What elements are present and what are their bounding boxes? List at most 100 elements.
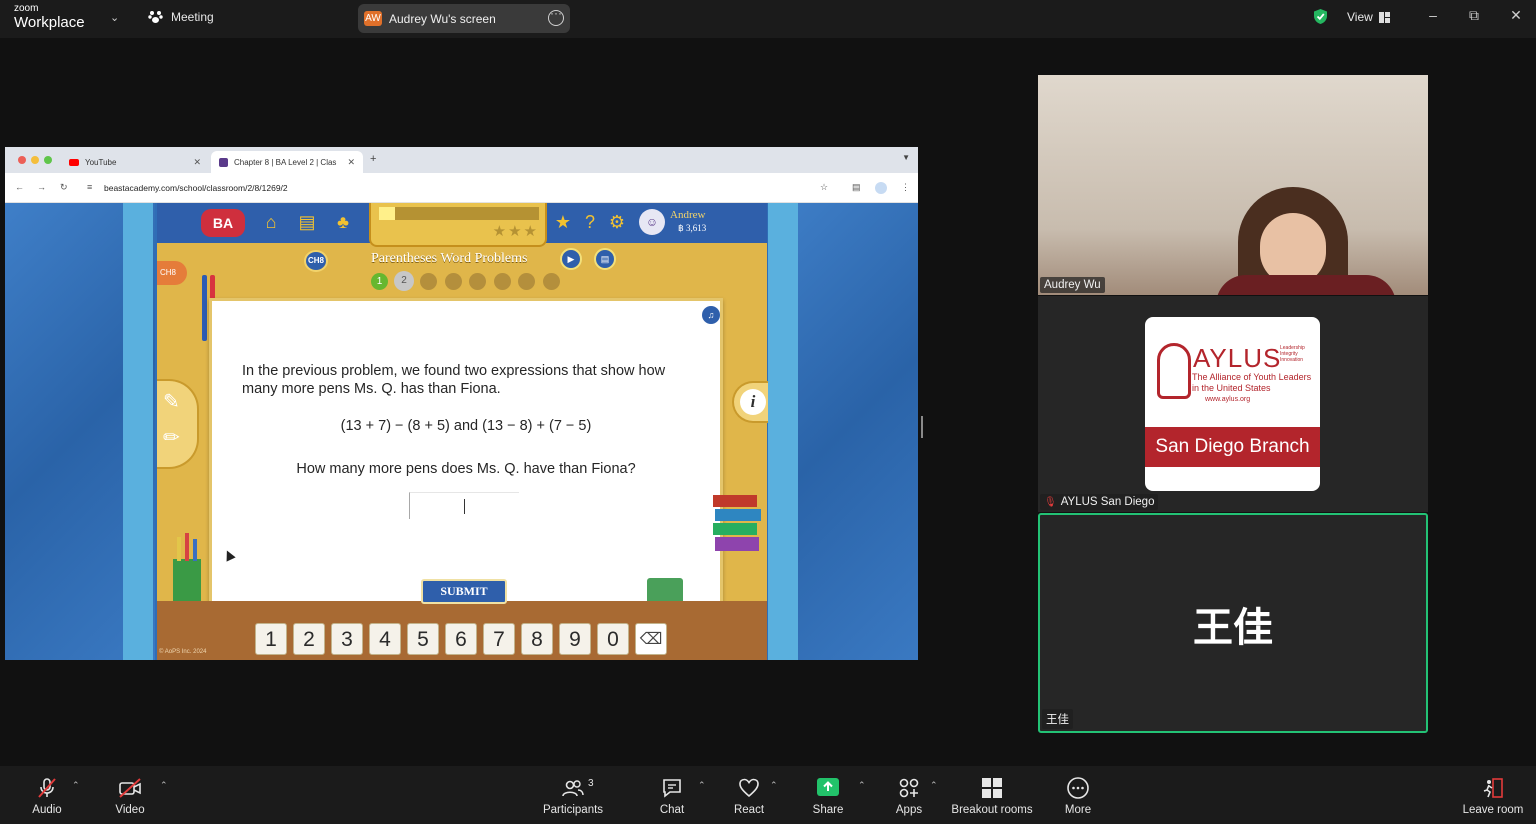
keypad-key[interactable]: 1 [255,623,287,655]
keypad-key[interactable]: 3 [331,623,363,655]
audio-button[interactable]: Audio [28,776,66,816]
submit-button[interactable]: SUBMIT [421,579,507,604]
more-options-icon[interactable] [548,6,564,26]
keypad-key[interactable]: 7 [483,623,515,655]
progress-dot[interactable] [420,273,437,290]
participant-name-tag: Audrey Wu [1040,277,1105,293]
view-button[interactable]: View [1347,10,1390,24]
maximize-dot-icon[interactable] [44,156,52,164]
audio-options-chevron-icon[interactable]: ⌃ [72,780,80,791]
video-options-chevron-icon[interactable]: ⌃ [160,780,168,791]
user-info[interactable]: Andrew ฿ 3,613 [670,209,706,235]
keypad-key[interactable]: 2 [293,623,325,655]
video-tile-wangjia[interactable]: 王佳 王佳 [1038,513,1428,733]
tab-list-icon[interactable]: ▼ [902,153,910,162]
breakout-rooms-button[interactable]: Breakout rooms [950,776,1034,816]
avatar[interactable]: ☺ [639,209,665,235]
progress-dot[interactable]: 1 [371,273,388,290]
progress-dot[interactable] [493,273,511,290]
chat-label: Chat [659,804,685,816]
aylus-branch-band: San Diego Branch [1145,427,1320,467]
trophy-icon[interactable]: ★ [551,210,575,234]
play-icon[interactable]: ▶ [560,248,582,270]
game-panel: BA ⌂ ▤ ♣ ★ ? ⚙ ☺ Andrew ฿ 3,613 ★★★ CH8 … [157,203,768,660]
meeting-menu[interactable]: Meeting [148,10,214,24]
react-button[interactable]: React [732,776,766,816]
lesson-book-icon[interactable]: ▤ [594,248,616,270]
aylus-logo: AYLUS Leadership Integrity Innovation Th… [1145,317,1320,491]
book-icon[interactable]: ▤ [295,210,319,234]
video-tile-audrey[interactable]: Audrey Wu [1038,75,1428,295]
chat-icon [663,779,681,798]
participants-button[interactable]: Participants [540,776,606,816]
tab-close-icon[interactable]: ✕ [347,157,355,168]
keypad-key[interactable]: 8 [521,623,553,655]
participant-name: Audrey Wu [1044,279,1101,291]
backspace-icon[interactable]: ⌫ [635,623,667,655]
close-dot-icon[interactable] [18,156,26,164]
aylus-url: www.aylus.org [1205,396,1251,403]
chevron-down-icon[interactable]: ⌄ [110,11,119,24]
reload-icon[interactable]: ↻ [60,182,68,193]
more-button[interactable]: More [1060,776,1096,816]
leave-room-button[interactable]: Leave room [1460,776,1526,816]
home-icon[interactable]: ⌂ [259,210,283,234]
forward-icon[interactable]: → [37,182,46,192]
help-icon[interactable]: ? [578,210,602,234]
keypad-key[interactable]: 4 [369,623,401,655]
settings-icon[interactable]: ⚙ [605,210,629,234]
apps-button[interactable]: Apps [893,776,925,816]
chat-button[interactable]: Chat [656,776,688,816]
speaker-icon[interactable]: ♫ [702,306,720,324]
profile-icon[interactable] [875,182,887,194]
video-tile-aylus[interactable]: AYLUS Leadership Integrity Innovation Th… [1038,296,1428,512]
site-settings-icon[interactable]: ≡ [87,182,92,192]
close-icon[interactable]: ✕ [1505,7,1527,27]
progress-dot[interactable]: 2 [394,271,414,291]
new-tab-icon[interactable]: + [370,153,376,165]
video-button[interactable]: Video [110,776,150,816]
chapter-badge[interactable]: CH8 [304,250,328,272]
split-view-handle[interactable] [921,416,923,438]
minimize-icon[interactable]: – [1422,7,1444,27]
video-off-icon [119,778,141,798]
copyright-text: © AoPS Inc. 2024 [159,649,207,655]
share-options-chevron-icon[interactable]: ⌃ [858,780,866,791]
answer-input[interactable] [409,492,519,519]
pencil-icon[interactable]: ✎ [163,389,180,414]
browser-tab-chapter[interactable]: Chapter 8 | BA Level 2 | Clas ✕ [211,151,363,173]
aops-icon [219,157,228,167]
apps-options-chevron-icon[interactable]: ⌃ [930,780,938,791]
back-icon[interactable]: ← [15,182,24,192]
progress-dot[interactable] [444,273,462,290]
url-field[interactable]: beastacademy.com/school/classroom/2/8/12… [104,183,288,193]
browser-tab-youtube[interactable]: YouTube ✕ [61,151,209,173]
breakout-rooms-label: Breakout rooms [951,804,1033,816]
bookmark-star-icon[interactable]: ☆ [820,182,828,193]
react-options-chevron-icon[interactable]: ⌃ [770,780,778,791]
keypad-key[interactable]: 0 [597,623,629,655]
shared-screen[interactable]: YouTube ✕ Chapter 8 | BA Level 2 | Clas … [5,147,918,660]
eraser-icon[interactable]: ✏ [163,425,180,450]
paw-icon [148,11,163,23]
chat-options-chevron-icon[interactable]: ⌃ [698,780,706,791]
screen-share-indicator[interactable]: AW Audrey Wu's screen [358,4,570,33]
keypad-key[interactable]: 6 [445,623,477,655]
progress-dot[interactable] [469,273,486,290]
kebab-menu-icon[interactable]: ⋮ [901,182,910,193]
participants-label: Participants [542,804,604,816]
progress-dot[interactable] [542,273,560,290]
beast-academy-logo[interactable]: BA [201,209,245,237]
mic-muted-icon [38,778,56,798]
share-button[interactable]: Share [810,776,846,816]
progress-dot[interactable] [518,273,535,290]
minimize-dot-icon[interactable] [31,156,39,164]
restore-icon[interactable]: ⧉ [1463,7,1485,27]
keypad-key[interactable]: 5 [407,623,439,655]
shield-check-icon[interactable] [1313,8,1328,25]
keypad-key[interactable]: 9 [559,623,591,655]
cast-icon[interactable]: ▤ [852,182,861,193]
tab-close-icon[interactable]: ✕ [193,157,201,168]
info-button[interactable]: i [732,381,768,423]
monster-icon[interactable]: ♣ [331,210,355,234]
